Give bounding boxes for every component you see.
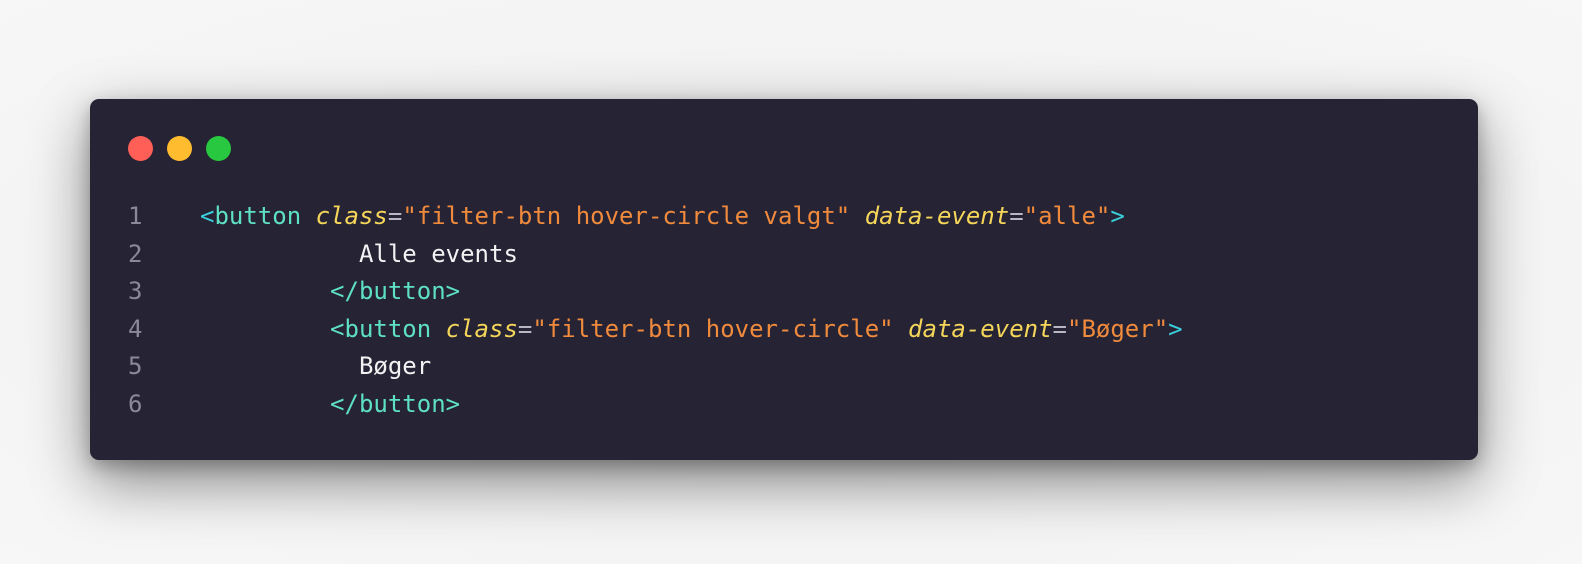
line-number: 4 <box>128 314 143 343</box>
code-line: 5 Bøger <box>90 348 1478 386</box>
attribute-value: "filter-btn hover-circle" <box>532 314 894 343</box>
text-content: Bøger <box>358 352 432 381</box>
line-source: Bøger <box>200 348 431 386</box>
tag-name: button <box>214 202 302 230</box>
line-source: </button> <box>200 386 460 424</box>
tag-close-bracket: > <box>1168 314 1183 343</box>
tag-close-bracket: > <box>1110 202 1125 230</box>
attribute-value: "alle" <box>1023 202 1111 230</box>
maximize-dot-icon[interactable] <box>206 136 231 161</box>
equals-sign: = <box>517 314 533 343</box>
attribute-value: "Bøger" <box>1067 314 1169 343</box>
line-source: </button> <box>200 273 460 311</box>
code-window: 1 <button class="filter-btn hover-circle … <box>90 99 1478 460</box>
tag-open-bracket: < <box>200 202 215 230</box>
attribute-value: "filter-btn hover-circle valgt" <box>402 202 851 230</box>
code-line: 2 Alle events <box>90 236 1478 274</box>
code-line: 1 <button class="filter-btn hover-circle … <box>90 198 1478 236</box>
line-number: 5 <box>128 352 143 381</box>
code-line: 6 </button> <box>90 386 1478 424</box>
line-number: 3 <box>128 277 143 306</box>
window-controls <box>128 136 231 161</box>
line-number: 2 <box>128 239 143 268</box>
code-block: 1 <button class="filter-btn hover-circle … <box>90 198 1478 424</box>
code-line: 3 </button> <box>90 273 1478 311</box>
line-source: <button class="filter-btn hover-circle" … <box>200 311 1183 349</box>
line-source: <button class="filter-btn hover-circle v… <box>200 198 1125 236</box>
close-dot-icon[interactable] <box>128 136 153 161</box>
tag-close-bracket: > <box>445 389 461 418</box>
attribute-name: class <box>445 314 518 343</box>
text-content: Alle events <box>358 239 518 268</box>
tag-name: button <box>358 277 446 306</box>
equals-sign: = <box>1009 202 1024 230</box>
tag-open-bracket: < <box>330 314 345 343</box>
tag-close-bracket: > <box>445 277 461 306</box>
code-line: 4 <button class="filter-btn hover-circle… <box>90 311 1478 349</box>
closing-tag-open: </ <box>330 389 359 418</box>
tag-name: button <box>358 389 446 418</box>
equals-sign: = <box>387 202 403 230</box>
attribute-name: data-event <box>908 314 1053 343</box>
minimize-dot-icon[interactable] <box>167 136 192 161</box>
equals-sign: = <box>1052 314 1067 343</box>
attribute-name: data-event <box>864 202 1010 230</box>
line-number: 6 <box>128 389 143 418</box>
line-number: 1 <box>128 202 143 230</box>
line-source: Alle events <box>200 236 518 274</box>
attribute-name: class <box>315 202 388 230</box>
closing-tag-open: </ <box>330 277 359 306</box>
tag-name: button <box>344 314 432 343</box>
